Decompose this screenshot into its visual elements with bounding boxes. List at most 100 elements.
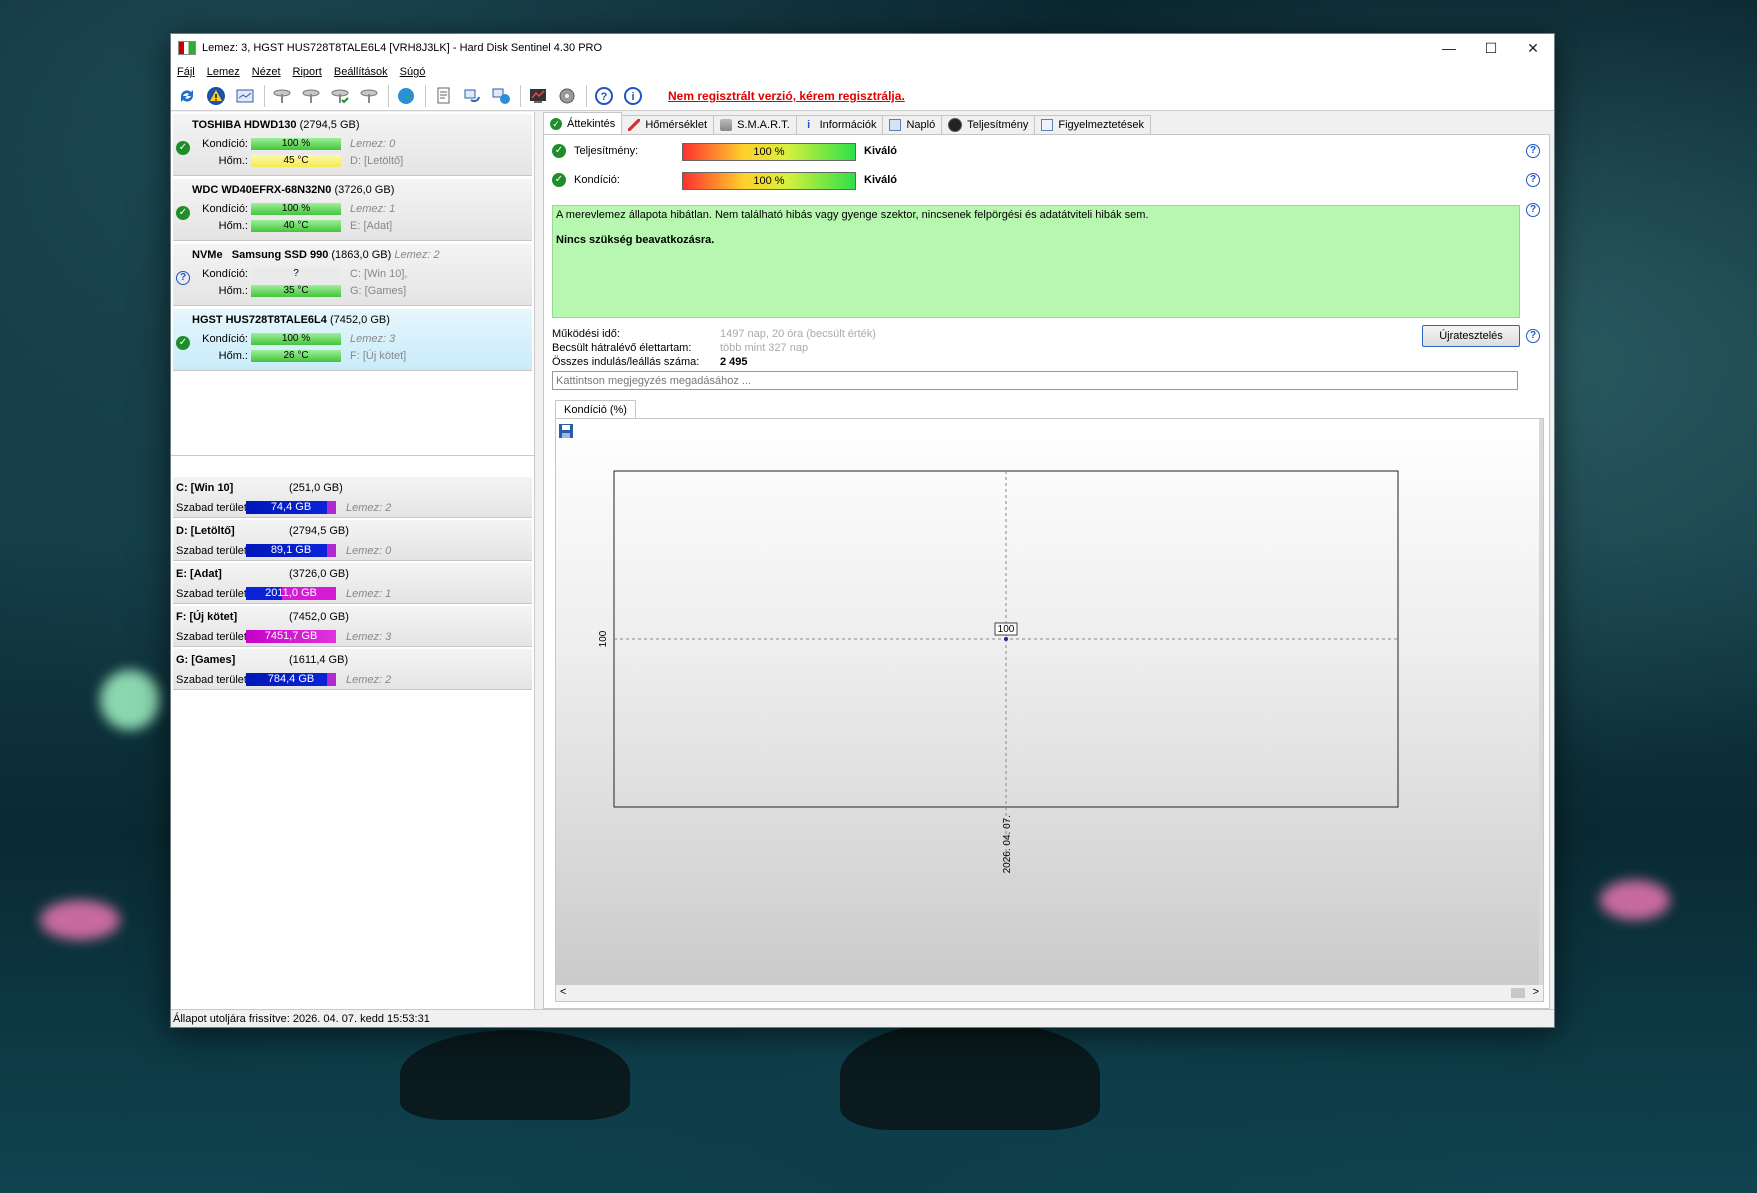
toolbar-separator: [520, 85, 521, 107]
log-icon: [889, 119, 902, 131]
tab-temperature[interactable]: Hőmérséklet: [621, 115, 715, 134]
volume-ref: F: [Új kötet]: [350, 350, 407, 362]
vertical-scrollbar[interactable]: [1539, 419, 1543, 985]
document-icon[interactable]: [431, 84, 455, 108]
sync-icon[interactable]: [460, 84, 484, 108]
horizontal-scrollbar[interactable]: < >: [556, 985, 1543, 1001]
app-window: Lemez: 3, HGST HUS728T8TALE6L4 [VRH8J3LK…: [170, 33, 1555, 1028]
volume-list: C: [Win 10] (251,0 GB) Szabad terület 74…: [171, 475, 534, 692]
info-icon[interactable]: i: [621, 84, 645, 108]
menu-help[interactable]: Súgó: [398, 66, 428, 78]
disk-item-wdc[interactable]: WDC WD40EFRX-68N32N0 (3726,0 GB) ✓ Kondí…: [173, 179, 532, 241]
title-bar: Lemez: 3, HGST HUS728T8TALE6L4 [VRH8J3LK…: [171, 34, 1554, 62]
scroll-thumb[interactable]: [1511, 988, 1525, 998]
help-icon[interactable]: ?: [1526, 329, 1540, 343]
menu-view[interactable]: Nézet: [250, 66, 283, 78]
condition-bar: ?: [251, 268, 341, 280]
scroll-right-arrow-icon[interactable]: >: [1533, 986, 1539, 998]
free-space-label: Szabad terület: [176, 631, 247, 643]
volume-item[interactable]: G: [Games] (1611,4 GB) Szabad terület 78…: [173, 649, 532, 690]
svg-text:?: ?: [601, 91, 608, 103]
check-icon: ✓: [550, 117, 562, 130]
chart-tool-icon[interactable]: [526, 84, 550, 108]
ok-check-icon: ✓: [552, 173, 566, 187]
tab-label: S.M.A.R.T.: [737, 119, 790, 131]
volume-disk-ref: Lemez: 3: [346, 631, 392, 643]
volume-name: C: [Win 10]: [176, 482, 234, 494]
disk-name: TOSHIBA HDWD130 (2794,5 GB): [192, 119, 360, 131]
overview-panel: ✓ Teljesítmény: 100 % Kiváló ? ✓ Kondíci…: [543, 134, 1550, 1009]
menu-report[interactable]: Riport: [291, 66, 324, 78]
performance-verdict: Kiváló: [864, 145, 898, 157]
volume-item[interactable]: D: [Letöltő] (2794,5 GB) Szabad terület …: [173, 520, 532, 561]
network-icon[interactable]: [489, 84, 513, 108]
free-space-label: Szabad terület: [176, 588, 247, 600]
maximize-button[interactable]: ☐: [1470, 34, 1512, 62]
help-icon[interactable]: ?: [592, 84, 616, 108]
menu-settings[interactable]: Beállítások: [332, 66, 390, 78]
close-button[interactable]: ✕: [1512, 34, 1554, 62]
toolbar-separator: [388, 85, 389, 107]
volume-item[interactable]: F: [Új kötet] (7452,0 GB) Szabad terület…: [173, 606, 532, 647]
volume-ref: C: [Win 10],: [350, 268, 408, 280]
satellite-icon[interactable]: [270, 84, 294, 108]
report-icon[interactable]: [233, 84, 257, 108]
help-icon[interactable]: ?: [1526, 173, 1540, 187]
retest-button[interactable]: Újratesztelés: [1422, 325, 1520, 347]
disk-name: NVMe Samsung SSD 990 (1863,0 GB) Lemez: …: [192, 249, 440, 261]
temperature-bar: 26 °C: [251, 350, 341, 362]
volume-item[interactable]: C: [Win 10] (251,0 GB) Szabad terület 74…: [173, 477, 532, 518]
free-space-bar: 784,4 GB: [246, 673, 336, 686]
tab-label: Napló: [906, 119, 936, 131]
satellite-icon[interactable]: [299, 84, 323, 108]
tab-label: Információk: [819, 119, 877, 131]
volume-disk-ref: Lemez: 2: [346, 502, 392, 514]
pane-divider: [171, 455, 534, 456]
uptime-value: 1497 nap, 20 óra (becsült érték): [720, 328, 876, 340]
gauge-icon: [948, 118, 963, 132]
tab-alerts[interactable]: Figyelmeztetések: [1034, 115, 1151, 134]
satellite-check-icon[interactable]: [328, 84, 352, 108]
scroll-left-arrow-icon[interactable]: <: [560, 986, 566, 998]
tab-performance[interactable]: Teljesítmény: [941, 115, 1036, 134]
disk-item-hgst[interactable]: HGST HUS728T8TALE6L4 (7452,0 GB) ✓ Kondí…: [173, 309, 532, 371]
disk-item-toshiba[interactable]: TOSHIBA HDWD130 (2794,5 GB) ✓ Kondíció: …: [173, 114, 532, 176]
x-tick-label: 2026. 04. 07.: [1002, 815, 1013, 873]
volume-size: (7452,0 GB): [289, 611, 349, 623]
globe-icon[interactable]: [394, 84, 418, 108]
disk-item-samsung[interactable]: NVMe Samsung SSD 990 (1863,0 GB) Lemez: …: [173, 244, 532, 306]
disk-tool-icon[interactable]: [555, 84, 579, 108]
refresh-icon[interactable]: [175, 84, 199, 108]
register-link[interactable]: Nem regisztrált verzió, kérem regisztrál…: [668, 89, 905, 103]
tab-information[interactable]: i Információk: [795, 115, 884, 134]
warning-icon[interactable]: [204, 84, 228, 108]
volume-size: (3726,0 GB): [289, 568, 349, 580]
satellite-settings-icon[interactable]: [357, 84, 381, 108]
temperature-label: Hőm.:: [218, 155, 248, 167]
alert-document-icon: [1041, 119, 1054, 131]
condition-chart: 100 100 2026. 04. 07.: [598, 470, 1399, 873]
menu-disk[interactable]: Lemez: [205, 66, 242, 78]
status-bar: Állapot utoljára frissítve: 2026. 04. 07…: [171, 1009, 1554, 1027]
start-stop-label: Összes indulás/leállás száma:: [552, 356, 700, 368]
tab-smart[interactable]: S.M.A.R.T.: [713, 115, 797, 134]
tab-condition-chart[interactable]: Kondíció (%): [555, 400, 636, 419]
tab-log[interactable]: Napló: [882, 115, 943, 134]
volume-item[interactable]: E: [Adat] (3726,0 GB) Szabad terület 201…: [173, 563, 532, 604]
remaining-life-label: Becsült hátralévő élettartam:: [552, 342, 692, 354]
tab-label: Áttekintés: [567, 117, 616, 130]
menu-file[interactable]: Fájl: [175, 66, 197, 78]
y-tick-label: 100: [598, 630, 609, 647]
help-icon[interactable]: ?: [1526, 144, 1540, 158]
uptime-row: Működési idő: 1497 nap, 20 óra (becsült …: [552, 328, 1052, 340]
window-title: Lemez: 3, HGST HUS728T8TALE6L4 [VRH8J3LK…: [202, 42, 603, 54]
help-icon[interactable]: ?: [1526, 203, 1540, 217]
tab-overview[interactable]: ✓ Áttekintés: [543, 112, 623, 134]
status-text: A merevlemez állapota hibátlan. Nem talá…: [556, 209, 1149, 221]
condition-bar: 100 %: [682, 172, 856, 190]
tab-label: Hőmérséklet: [645, 119, 708, 131]
note-input[interactable]: Kattintson megjegyzés megadásához ...: [552, 371, 1518, 390]
minimize-button[interactable]: —: [1428, 34, 1470, 62]
start-stop-row: Összes indulás/leállás száma: 2 495: [552, 356, 1052, 368]
condition-verdict: Kiváló: [864, 174, 898, 186]
